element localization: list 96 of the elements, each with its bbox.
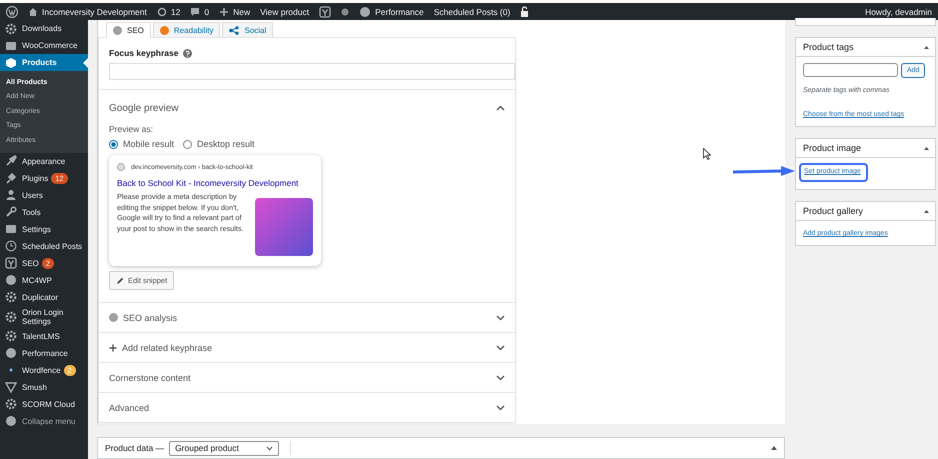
seo-menu[interactable] [319, 6, 332, 18]
home-icon [28, 6, 38, 16]
yoast-logo-icon [319, 6, 332, 18]
plug-icon [5, 172, 17, 184]
sidebar-item[interactable]: Products [0, 54, 88, 71]
sidebar-item[interactable]: Appearance [0, 152, 88, 170]
field-label: Focus keyphrase [109, 48, 178, 58]
radio-button[interactable] [109, 140, 118, 148]
brush-icon [5, 155, 17, 167]
tag-input[interactable] [803, 63, 898, 77]
square-icon [5, 40, 17, 52]
keyphrase-input[interactable] [109, 63, 515, 80]
lock-icon [520, 6, 530, 17]
share-icon [229, 26, 240, 34]
circle-icon [5, 274, 17, 286]
preview-label: Preview as: [109, 124, 154, 134]
refresh-icon [156, 6, 167, 16]
radio-label: Mobile result [123, 139, 174, 149]
circle-icon [5, 347, 17, 359]
section-label: Product data — [105, 443, 164, 454]
chevron-down-icon [496, 344, 505, 350]
gear-icon [5, 330, 17, 342]
person-icon [5, 189, 17, 201]
sidebar-item[interactable]: WooCommerce [0, 37, 88, 54]
account-menu[interactable]: Howdy, devadmin [865, 6, 932, 16]
collapsible-section[interactable]: SEO analysis [99, 303, 515, 333]
radio-option[interactable]: Mobile result [109, 139, 174, 149]
tab[interactable]: SEO [106, 22, 151, 38]
circle-icon [359, 6, 372, 18]
sidebar-item[interactable]: Performance [0, 344, 88, 362]
sidebar-item[interactable]: Downloads [0, 20, 88, 37]
box-title: Product image [803, 143, 862, 153]
chevron-down-icon [496, 404, 505, 410]
toggle-icon[interactable] [924, 210, 929, 212]
toggle-icon[interactable] [924, 46, 929, 48]
product-type-select[interactable]: Grouped product [169, 440, 280, 456]
chevron-down-icon [496, 374, 505, 380]
box-title: Product tags [803, 42, 854, 52]
sidebar-item[interactable]: Smush [0, 378, 88, 396]
status-dot-icon [341, 8, 350, 16]
radio-option[interactable]: Desktop result [183, 139, 255, 149]
plus-icon [109, 344, 117, 352]
pencil-icon [116, 276, 124, 284]
sidebar-item[interactable]: Users [0, 186, 88, 204]
section-title: Google preview [109, 102, 178, 114]
box-title: Product gallery [803, 206, 864, 216]
wordpress-logo-icon [6, 6, 18, 18]
sidebar-item[interactable]: Scheduled Posts [0, 238, 88, 254]
yoast-logo-icon [5, 257, 17, 269]
cube-icon [5, 56, 17, 68]
sidebar-item[interactable]: Duplicator [0, 288, 88, 306]
site-name-link[interactable]: Incomeversity Development [28, 6, 147, 16]
view-product-link[interactable]: View product [260, 6, 310, 16]
new-content-link[interactable]: New [219, 6, 250, 16]
help-icon [183, 48, 192, 58]
lock-link[interactable] [520, 6, 530, 17]
gear-icon [5, 398, 17, 410]
scheduled-posts-link[interactable]: Scheduled Posts (0) [434, 6, 510, 16]
plus-icon [219, 6, 230, 16]
gear-icon [5, 291, 17, 303]
wordpress-menu[interactable] [6, 6, 18, 18]
collapsible-section[interactable]: Advanced [99, 393, 515, 422]
sidebar-item[interactable]: Tools [0, 204, 88, 220]
globe-icon [117, 163, 125, 171]
comments-link[interactable]: 0 [190, 6, 210, 16]
sidebar-item[interactable]: Orion Login Settings [0, 306, 88, 328]
chevron-down-icon [496, 314, 505, 320]
caret-icon [266, 446, 274, 451]
circle-icon [5, 415, 17, 427]
sidebar-item[interactable]: MC4WP [0, 272, 88, 288]
toggle-icon[interactable] [924, 146, 929, 150]
sidebar-item[interactable]: TalentLMS [0, 328, 88, 344]
clock-icon [5, 240, 17, 252]
tab[interactable]: Readability [152, 22, 220, 37]
collapse-icon[interactable] [496, 105, 505, 111]
collapsible-section[interactable]: Cornerstone content [99, 363, 515, 393]
snippet-title[interactable]: Back to School Kit - Incomeversity Development [117, 178, 313, 188]
mouse-pointer-icon [703, 148, 711, 160]
tab[interactable]: Social [222, 22, 274, 37]
updates-link[interactable]: 12 [156, 6, 180, 16]
wrench-icon [5, 206, 17, 218]
collapse-menu-button[interactable]: Collapse menu [0, 412, 88, 430]
collapse-toggle-icon[interactable] [771, 446, 777, 450]
collapsible-section[interactable]: Add related keyphrase [99, 333, 515, 363]
gear-icon [5, 22, 17, 34]
comment-icon [190, 6, 200, 16]
radio-button[interactable] [183, 140, 192, 148]
gear-icon [5, 310, 17, 322]
performance-link[interactable]: Performance [359, 6, 424, 18]
square-icon [5, 223, 17, 235]
arrow [733, 165, 795, 177]
sidebar-item[interactable]: Settings [0, 220, 88, 238]
sidebar-item[interactable]: SCORM Cloud [0, 396, 88, 412]
photo-placeholder [255, 198, 313, 256]
shield-icon [5, 381, 17, 393]
radio-label: Desktop result [197, 139, 255, 149]
